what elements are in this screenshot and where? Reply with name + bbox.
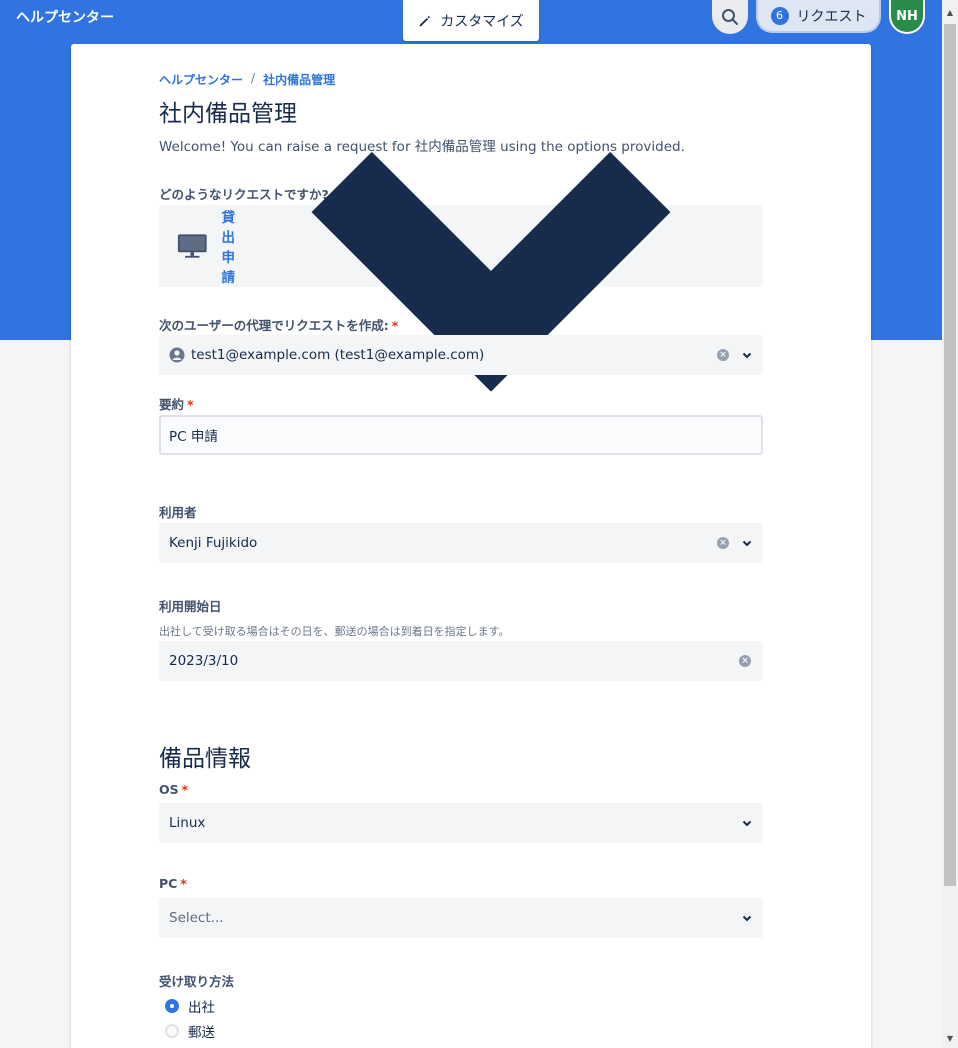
chevron-down-icon <box>742 352 752 359</box>
user-value: Kenji Fujikido <box>169 535 258 551</box>
on-behalf-label: 次のユーザーの代理でリクエストを作成: * <box>159 315 398 334</box>
on-behalf-label-text: 次のユーザーの代理でリクエストを作成: <box>159 318 389 333</box>
os-value: Linux <box>169 815 206 831</box>
pickup-option-mail[interactable]: 郵送 <box>165 1021 215 1041</box>
required-marker: * <box>187 397 194 412</box>
pc-placeholder: Select... <box>169 910 224 926</box>
scroll-down-arrow-icon[interactable]: ▼ <box>942 1030 958 1046</box>
start-date-label: 利用開始日 <box>159 599 222 614</box>
requests-label: リクエスト <box>796 8 867 25</box>
breadcrumb-help-center[interactable]: ヘルプセンター <box>159 71 243 88</box>
user-select[interactable]: Kenji Fujikido × <box>159 523 763 563</box>
os-label-text: OS <box>159 782 179 797</box>
scroll-thumb[interactable] <box>944 24 956 886</box>
required-marker: * <box>180 876 187 891</box>
clear-icon[interactable]: × <box>739 655 751 667</box>
scroll-up-arrow-icon[interactable]: ▲ <box>942 4 958 20</box>
chevron-down-icon <box>742 820 752 827</box>
pc-select[interactable]: Select... <box>159 898 763 938</box>
required-marker: * <box>181 782 189 797</box>
request-type-select[interactable]: 貸出申請 <box>159 151 763 392</box>
start-date-value: 2023/3/10 <box>169 653 239 669</box>
radio-checked[interactable] <box>165 999 179 1013</box>
user-icon <box>169 347 185 363</box>
clear-icon[interactable]: × <box>717 537 729 549</box>
scrollbar[interactable]: ▲ ▼ <box>942 0 958 1048</box>
monitor-icon <box>177 234 207 258</box>
chevron-down-icon <box>742 540 752 547</box>
summary-label-text: 要約 <box>159 397 185 412</box>
start-date-help: 出社して受け取る場合はその日を、郵送の場合は到着日を指定します。 <box>159 625 510 638</box>
summary-input[interactable]: PC 申請 <box>159 415 763 455</box>
pickup-option-office[interactable]: 出社 <box>165 996 215 1016</box>
chevron-down-icon <box>742 915 752 922</box>
os-select[interactable]: Linux <box>159 803 763 843</box>
os-label: OS * <box>159 782 188 797</box>
equipment-section-title: 備品情報 <box>159 746 251 772</box>
pickup-label: 受け取り方法 <box>159 974 235 989</box>
on-behalf-select[interactable]: test1@example.com (test1@example.com) × <box>159 335 763 375</box>
pickup-option-label: 郵送 <box>188 1025 215 1041</box>
summary-label: 要約 * <box>159 394 194 413</box>
clear-icon[interactable]: × <box>717 349 729 361</box>
summary-value: PC 申請 <box>169 429 218 445</box>
requests-button[interactable]: 6 リクエスト <box>756 0 881 33</box>
request-type-value: 貸出申請 <box>221 210 236 286</box>
required-marker: * <box>391 318 399 333</box>
requests-count-badge: 6 <box>770 6 789 25</box>
pc-label-text: PC <box>159 876 178 891</box>
pickup-option-label: 出社 <box>188 1000 215 1016</box>
help-center-link[interactable]: ヘルプセンター <box>16 7 114 27</box>
radio-unchecked[interactable] <box>165 1024 179 1038</box>
user-label: 利用者 <box>159 505 197 520</box>
pc-label: PC * <box>159 876 187 891</box>
request-form-card: ヘルプセンター / 社内備品管理 社内備品管理 Welcome! You can… <box>71 44 871 1048</box>
start-date-input[interactable]: 2023/3/10 × <box>159 641 763 681</box>
on-behalf-value: test1@example.com (test1@example.com) <box>191 347 485 363</box>
